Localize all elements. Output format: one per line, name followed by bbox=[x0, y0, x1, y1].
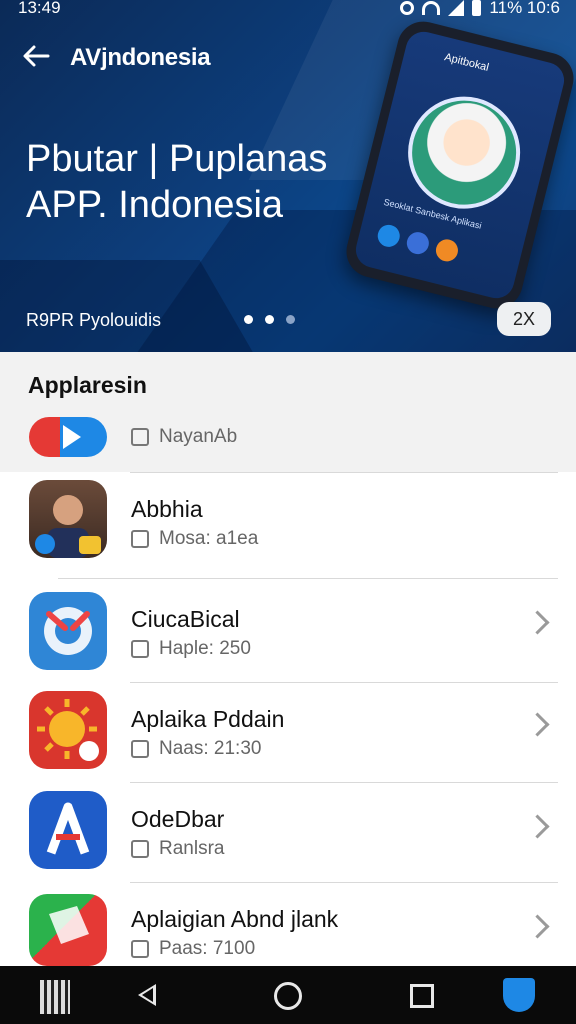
list-item-subtitle: NayanAb bbox=[159, 426, 238, 447]
sun-icon bbox=[29, 691, 107, 769]
list-item-subtitle: Paas: 7100 bbox=[159, 938, 256, 959]
cube-icon bbox=[29, 894, 107, 966]
edit-icon bbox=[131, 740, 149, 758]
battery-icon bbox=[472, 0, 482, 16]
edit-icon bbox=[131, 940, 149, 958]
list-item-subtitle: Mosa: a1ea bbox=[159, 528, 259, 549]
list-item-name: OdeDbar bbox=[131, 806, 225, 832]
edit-icon bbox=[131, 530, 149, 548]
phone-call-icon bbox=[375, 222, 403, 250]
carousel-dots[interactable] bbox=[244, 315, 295, 324]
divider bbox=[130, 782, 558, 783]
recents-square-icon[interactable] bbox=[410, 984, 434, 1008]
section-title: Applaresin bbox=[28, 372, 147, 398]
list-item[interactable]: OdeDbar Ranlsra bbox=[0, 786, 576, 882]
list-item-subtitle-wrap: Haple: 250 bbox=[131, 638, 251, 660]
phone-chat-icon bbox=[433, 237, 461, 264]
home-circle-icon[interactable] bbox=[274, 982, 302, 1010]
shield-icon[interactable] bbox=[503, 978, 535, 1012]
list-item[interactable]: Aplaika Pddain Naas: 21:30 bbox=[0, 686, 576, 782]
calendar-grid-icon[interactable] bbox=[40, 980, 70, 1014]
list-item-subtitle: Ranlsra bbox=[159, 838, 225, 859]
hero-headline-line1: Pbutar | Puplanas bbox=[26, 138, 328, 180]
divider bbox=[130, 472, 558, 473]
battery-text: 11% 10:6 bbox=[489, 0, 560, 17]
header-title: AVjndonesia bbox=[70, 44, 211, 71]
chevron-right-icon[interactable] bbox=[525, 712, 550, 737]
list-item-subtitle-wrap: Ranlsra bbox=[131, 838, 224, 860]
list-item[interactable]: Aplaigian Abnd jlank Paas: 7100 bbox=[0, 886, 576, 966]
chevron-right-icon[interactable] bbox=[525, 914, 550, 939]
list-item-name: Abbhia bbox=[131, 496, 203, 522]
navigation-bar bbox=[0, 966, 576, 1024]
alarm-icon bbox=[400, 1, 415, 15]
list-item-name: Aplaigian Abnd jlank bbox=[131, 906, 339, 932]
phone-video-icon bbox=[404, 229, 432, 257]
hero-banner[interactable]: 13:49 11% 10:6 AVjndonesia Pbutar | Pupl… bbox=[0, 0, 576, 352]
list-item-subtitle-wrap: Mosa: a1ea bbox=[131, 528, 258, 550]
list-item-subtitle-wrap: NayanAb bbox=[131, 426, 237, 448]
play-store-icon bbox=[29, 417, 107, 457]
list-item-subtitle-wrap: Naas: 21:30 bbox=[131, 738, 261, 760]
signal-icon bbox=[448, 0, 465, 16]
carousel-dot[interactable] bbox=[286, 315, 295, 324]
wifi-icon bbox=[422, 1, 441, 15]
multiplier-chip[interactable]: 2X bbox=[497, 302, 551, 336]
hero-headline-line2: APP. Indonesia bbox=[26, 184, 284, 226]
edit-icon bbox=[131, 428, 149, 446]
edit-icon bbox=[131, 840, 149, 858]
divider bbox=[58, 578, 558, 579]
back-arrow-icon[interactable] bbox=[20, 40, 52, 72]
phone-app-title: Apitbokal bbox=[443, 51, 491, 74]
list-item-subtitle: Naas: 21:30 bbox=[159, 738, 262, 759]
chevron-right-icon[interactable] bbox=[525, 814, 550, 839]
list-item-subtitle-wrap: Paas: 7100 bbox=[131, 938, 255, 960]
back-triangle-icon[interactable] bbox=[138, 984, 156, 1006]
promo-label: R9PR Pyolouidis bbox=[26, 310, 162, 330]
phone-buttons bbox=[375, 222, 461, 264]
list-item-name: CiucaBical bbox=[131, 606, 240, 632]
letter-a-icon bbox=[29, 791, 107, 869]
carousel-dot[interactable] bbox=[244, 315, 253, 324]
person-avatar-icon bbox=[29, 480, 107, 558]
phone-avatar-image bbox=[396, 84, 532, 221]
list-item[interactable]: NayanAb bbox=[0, 410, 576, 472]
carousel-dot[interactable] bbox=[265, 315, 274, 324]
status-bar: 13:49 11% 10:6 bbox=[0, 0, 576, 22]
divider bbox=[130, 682, 558, 683]
divider bbox=[130, 882, 558, 883]
status-icons: 11% 10:6 bbox=[400, 0, 560, 18]
list-item[interactable]: CiucaBical Haple: 250 bbox=[0, 584, 576, 682]
list-item[interactable]: Abbhia Mosa: a1ea bbox=[0, 478, 576, 578]
edit-icon bbox=[131, 640, 149, 658]
quicktime-icon bbox=[29, 592, 107, 670]
chevron-right-icon[interactable] bbox=[525, 610, 550, 635]
list-item-subtitle: Haple: 250 bbox=[159, 638, 251, 659]
hero-headline: Pbutar | Puplanas APP. Indonesia bbox=[26, 136, 327, 228]
status-time: 13:49 bbox=[18, 0, 61, 17]
list-item-name: Aplaika Pddain bbox=[131, 706, 285, 732]
